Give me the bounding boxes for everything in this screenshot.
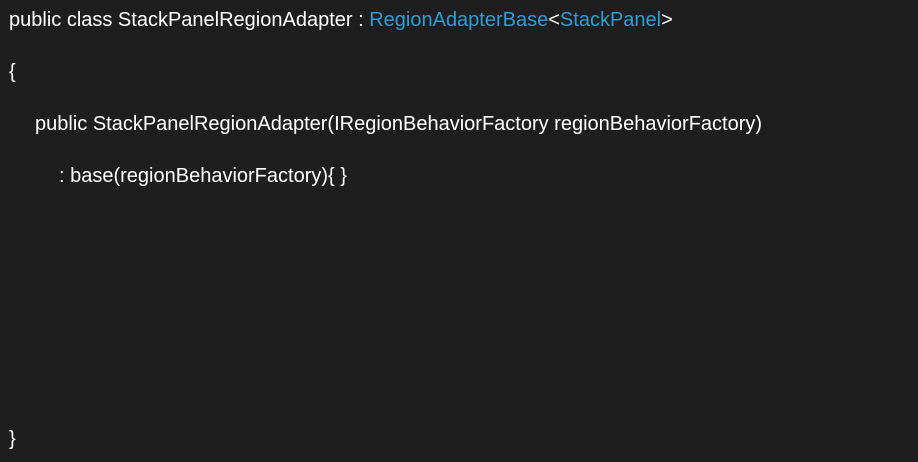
class-open-brace: {	[9, 61, 16, 83]
class-declaration-prefix: public class StackPanelRegionAdapter :	[9, 9, 370, 31]
constructor-signature-line: public StackPanelRegionAdapter(IRegionBe…	[35, 113, 763, 135]
generic-type-argument: StackPanel	[559, 9, 662, 31]
class-close-brace: }	[9, 428, 16, 450]
base-class-name: RegionAdapterBase	[369, 9, 549, 31]
base-constructor-call-line: : base(regionBehaviorFactory){ }	[59, 165, 347, 187]
generic-close-bracket: >	[661, 9, 673, 31]
generic-open-bracket: <	[548, 9, 560, 31]
class-declaration-line: public class StackPanelRegionAdapter : R…	[0, 5, 673, 35]
code-view: public class StackPanelRegionAdapter : R…	[0, 0, 918, 462]
